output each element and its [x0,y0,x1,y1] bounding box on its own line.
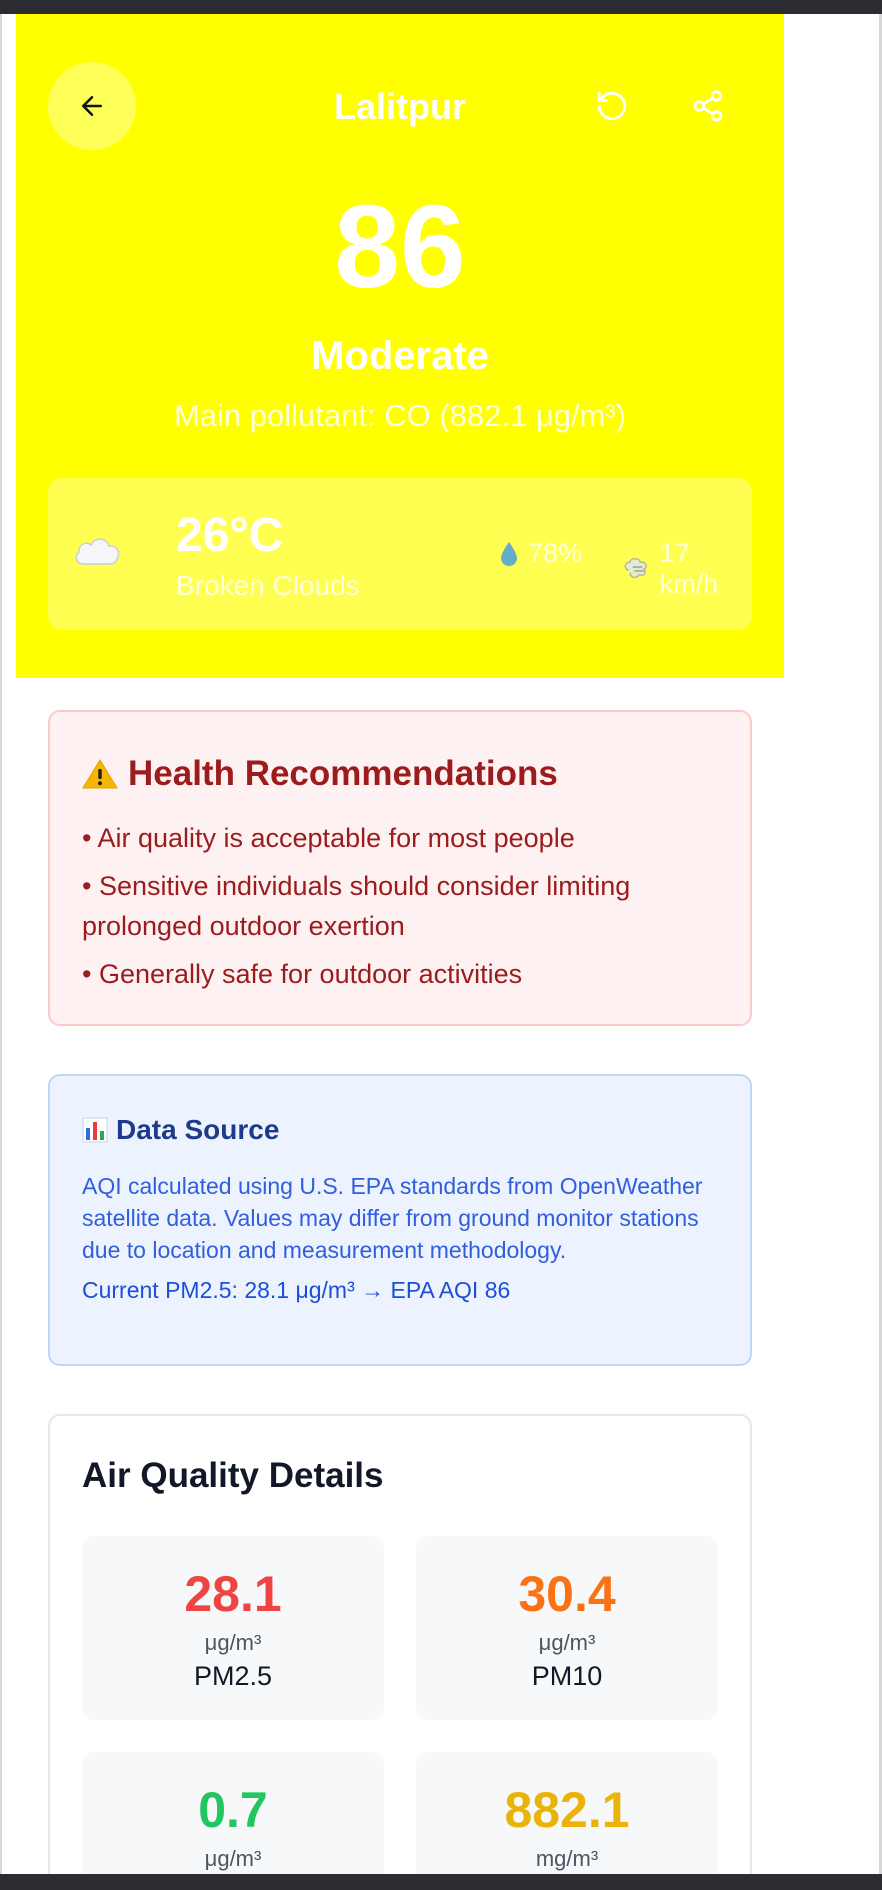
details-title: Air Quality Details [82,1456,384,1495]
city-title: Lalitpur [334,86,466,127]
wind-value: 17 km/h [659,538,719,599]
metric-value: 28.1 [184,1566,282,1622]
metric-unit: μg/m³ [204,1630,262,1655]
share-icon [693,90,723,122]
list-item: • Sensitive individuals should consider … [82,871,631,941]
air-quality-details: Air Quality Details 28.1 μg/m³ PM2.5 30.… [48,1414,752,1890]
wind-icon [624,557,647,578]
metric-card-4: 882.1 mg/m³ [416,1752,718,1890]
metric-value: 882.1 [504,1782,630,1838]
weather-condition: Broken Clouds [176,570,360,601]
status-bar [0,0,882,14]
bottom-bar [0,1874,882,1890]
warning-icon [82,759,118,789]
refresh-button[interactable] [588,82,636,130]
metric-card-pm10: 30.4 μg/m³ PM10 [416,1536,718,1720]
metric-unit: μg/m³ [204,1846,262,1871]
data-source-description: AQI calculated using U.S. EPA standards … [82,1173,703,1263]
health-title: Health Recommendations [128,754,558,793]
main-pollutant: Main pollutant: CO (882.1 μg/m³) [173,398,627,433]
metric-value: 30.4 [518,1566,616,1622]
data-source-current: Current PM2.5: 28.1 μg/m³ → EPA AQI 86 [82,1277,511,1303]
health-recommendations: Health Recommendations • Air quality is … [48,710,752,1026]
list-item: • Generally safe for outdoor activities [82,959,523,989]
metric-value: 0.7 [198,1782,268,1838]
humidity: 78% [500,538,582,569]
aqi-hero: Lalitpur 86 Moderate Main pollutant: CO … [16,14,784,678]
metric-unit: μg/m³ [538,1630,596,1655]
metric-name: PM10 [531,1661,603,1691]
data-source-card: Data Source AQI calculated using U.S. EP… [48,1074,752,1366]
weather-card: 26°C Broken Clouds 78% 17 km/h [48,478,752,630]
humidity-value: 78% [528,538,583,568]
wind: 17 km/h [623,538,752,600]
data-source-title: Data Source [116,1114,280,1145]
refresh-icon [597,91,627,121]
cloud-icon [75,538,120,565]
metric-card-3: 0.7 μg/m³ [82,1752,384,1890]
metric-card-pm25: 28.1 μg/m³ PM2.5 [82,1536,384,1720]
bar-chart-icon [82,1117,108,1143]
share-button[interactable] [684,82,732,130]
droplet-icon [501,541,517,566]
list-item: • Air quality is acceptable for most peo… [82,823,575,853]
health-list: • Air quality is acceptable for most peo… [82,818,718,994]
frame-edge-left [0,14,2,1874]
aqi-value: 86 [334,181,466,313]
metric-name: PM2.5 [193,1661,273,1691]
temperature: 26°C [176,509,284,562]
aqi-category: Moderate [311,334,489,378]
metric-unit: mg/m³ [535,1846,599,1871]
